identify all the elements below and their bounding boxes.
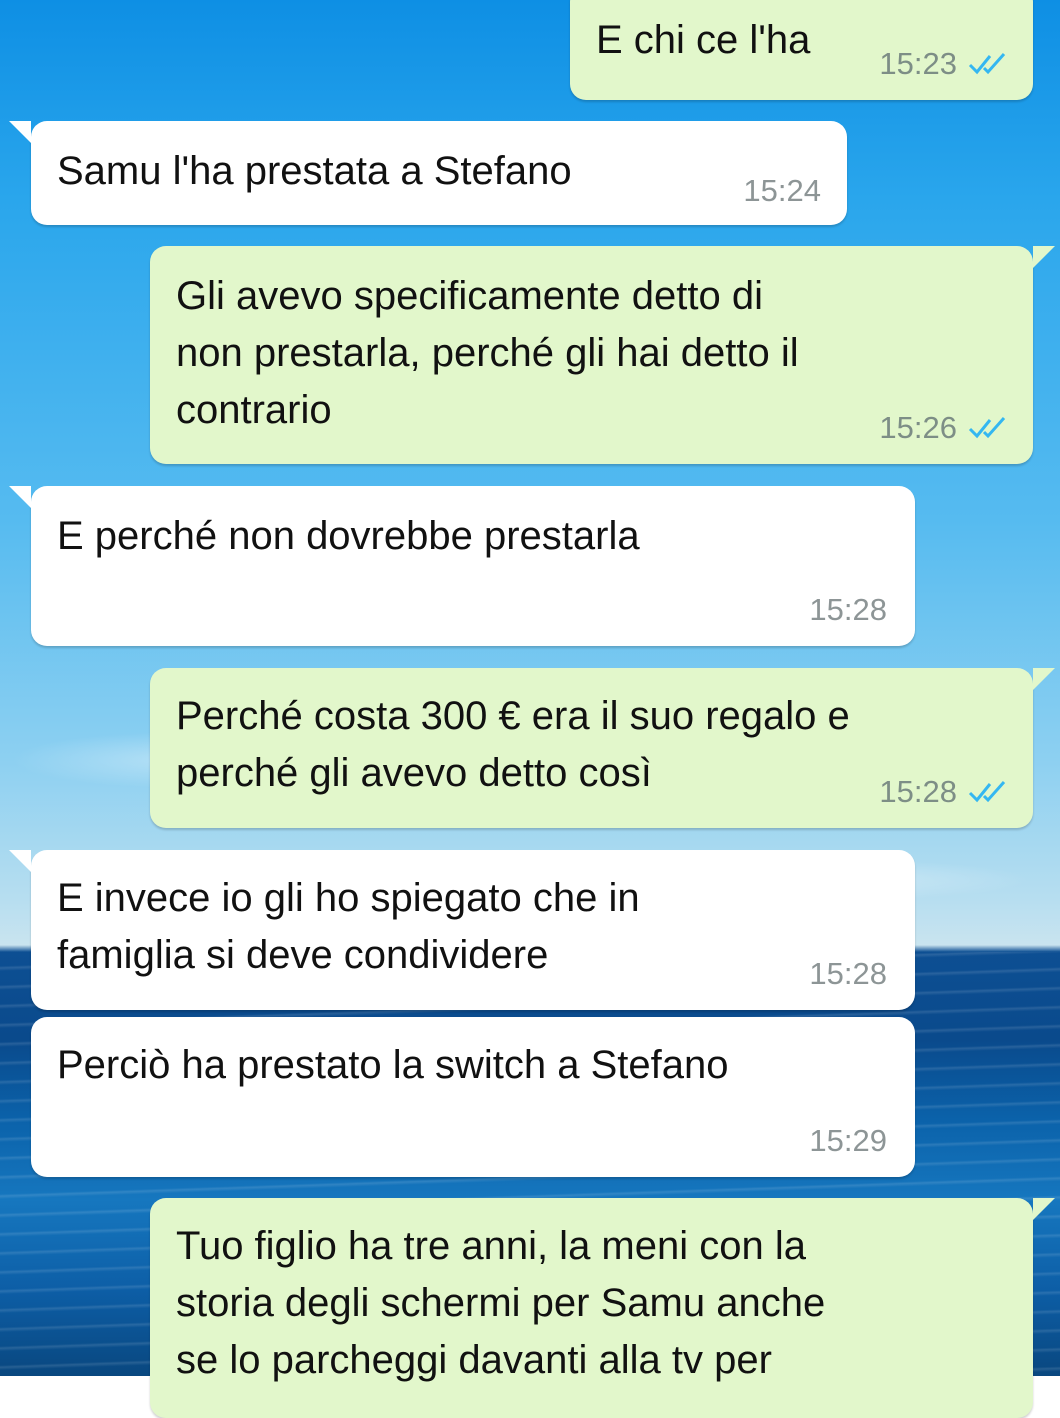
message-meta: 15:28	[809, 956, 887, 992]
message-meta: 15:28	[879, 774, 1011, 810]
incoming-message[interactable]: E invece io gli ho spiegato che in famig…	[9, 850, 915, 1010]
message-time: 15:24	[743, 173, 821, 208]
outgoing-message[interactable]: Tuo figlio ha tre anni, la meni con la s…	[150, 1198, 1055, 1418]
message-text: Samu l'ha prestata a Stefano	[57, 149, 572, 193]
incoming-message[interactable]: E perché non dovrebbe prestarla 15:28	[9, 486, 915, 646]
message-time: 15:26	[879, 410, 957, 445]
message-meta: 15:26	[879, 410, 1011, 446]
message-text: Perciò ha prestato la switch a Stefano	[57, 1043, 729, 1087]
double-check-read-icon	[968, 417, 1006, 439]
outgoing-message[interactable]: Perché costa 300 € era il suo regalo e p…	[150, 668, 1055, 828]
message-time: 15:28	[879, 774, 957, 809]
message-text: Tuo figlio ha tre anni, la meni con la s…	[176, 1224, 826, 1382]
incoming-message[interactable]: Samu l'ha prestata a Stefano 15:24	[9, 121, 847, 225]
message-time: 15:23	[879, 46, 957, 81]
message-text: E invece io gli ho spiegato che in famig…	[57, 876, 640, 977]
message-text: Perché costa 300 € era il suo regalo e p…	[176, 694, 850, 795]
message-meta: 15:28	[809, 592, 887, 628]
message-time: 15:28	[809, 592, 887, 627]
message-time: 15:28	[809, 956, 887, 991]
message-meta: 15:29	[809, 1123, 887, 1159]
message-meta: 15:23	[879, 46, 1011, 82]
message-text: Gli avevo specificamente detto di non pr…	[176, 274, 799, 432]
outgoing-message[interactable]: E chi ce l'ha 15:23	[570, 0, 1033, 100]
incoming-message[interactable]: Perciò ha prestato la switch a Stefano 1…	[31, 1017, 915, 1177]
double-check-read-icon	[968, 53, 1006, 75]
message-meta: 15:24	[743, 173, 821, 209]
double-check-read-icon	[968, 781, 1006, 803]
message-text: E chi ce l'ha	[596, 18, 811, 62]
message-text: E perché non dovrebbe prestarla	[57, 514, 640, 558]
message-time: 15:29	[809, 1123, 887, 1158]
outgoing-message[interactable]: Gli avevo specificamente detto di non pr…	[150, 246, 1055, 464]
